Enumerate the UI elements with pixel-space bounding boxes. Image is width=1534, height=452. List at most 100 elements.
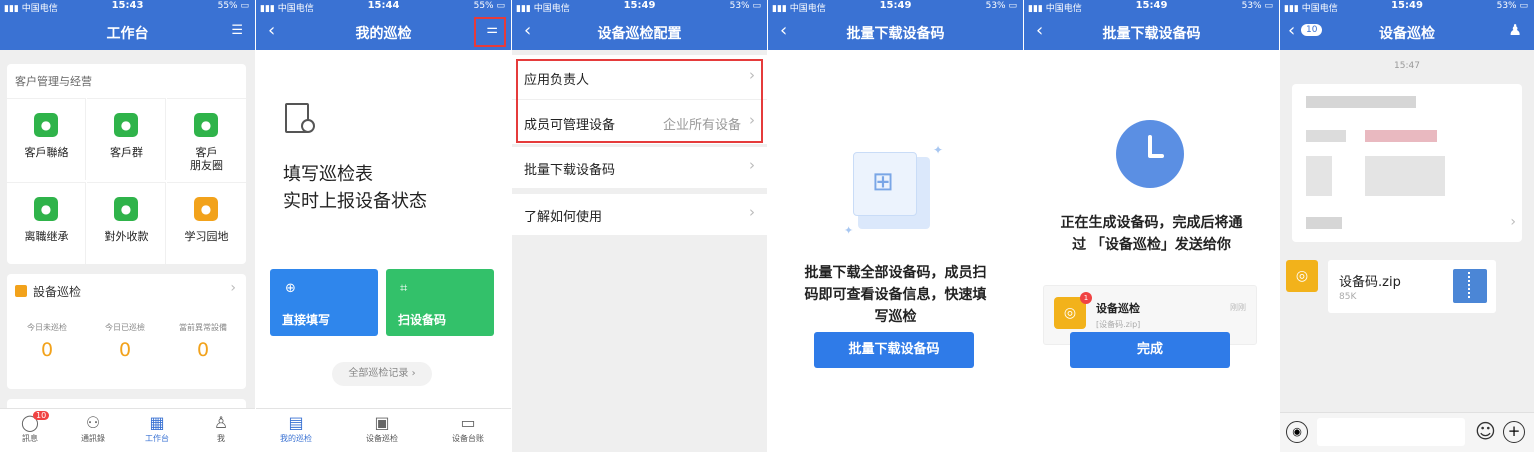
highlight-rows [516,59,763,143]
tab-label: 訊息 [22,434,38,443]
app-label: 离職继承 [24,230,69,243]
person-icon: ♙ [213,413,229,432]
qr-glyph: ⊞ [872,167,894,197]
tab-messages[interactable]: ◯ 10 訊息 [0,411,60,444]
inspect-doc-icon [285,103,315,133]
tab-my-inspection[interactable]: ▤ 我的巡检 [266,413,326,444]
battery: 55% ▭ [217,1,249,11]
app-tile[interactable]: ● 离職继承 [7,182,86,264]
grid-icon: ▦ [149,413,165,432]
chat-icon: ◯ [21,413,39,432]
page-title: 批量下载设备码 [846,26,945,42]
tab-label: 我的巡检 [280,434,312,443]
notification-file: [设备码.zip] [1096,320,1141,329]
app-tile[interactable]: ● 客戶 朋友圈 [167,98,246,180]
doc-icon: ● [34,197,58,221]
battery: 53% ▭ [1241,1,1273,11]
tab-workbench[interactable]: ▦ 工作台 [127,413,187,444]
blurred-content [1306,156,1332,196]
app-label: 学习园地 [184,230,229,243]
description-line: 批量下载全部设备码，成员扫 [804,265,987,281]
stat-label: 今日未巡检 [27,323,67,332]
blurred-content [1306,96,1416,108]
section-title: 客户管理与经营 [15,75,92,88]
notification-badge: 1 [1080,292,1092,304]
customer-section: 客户管理与经营 ● 客戶聯絡 ● 客戶群 ● 客戶 朋友圈 ● 离職继承 ● 對外收款 ● 学习园地 [7,64,246,264]
chat-bubble-icon: ● [34,113,58,137]
tab-device-ledger[interactable]: ▭ 设备台账 [438,413,498,444]
screen-my-inspection: ▮▮▮ 中国电信 15:44 55% ▭ ‹ 我的巡检 ⚌ 填写巡检表 实时上报… [256,0,511,452]
screen-generating: ▮▮▮ 中国电信 15:49 53% ▭ ‹ 批量下载设备码 正在生成设备码，完… [1024,0,1279,452]
app-tile[interactable]: ● 客戶聯絡 [7,98,86,180]
file-message[interactable]: 设备码.zip 85K [1328,260,1496,313]
inspection-icon [15,285,27,297]
batch-download-button[interactable]: 批量下载设备码 [814,332,974,368]
all-records-button[interactable]: 全部巡检记录 › [332,362,432,386]
status-message: 过 「设备巡检」发送给你 [1072,237,1231,253]
inspection-title: 設备巡检 [33,285,82,299]
navbar: 工作台 ☰ [0,14,255,50]
tabbar: ◯ 10 訊息 ⚇ 通訊錄 ▦ 工作台 ♙ 我 [0,408,255,452]
status-bar: ▮▮▮ 中国电信 15:44 55% ▭ [256,0,511,14]
fill-form-card[interactable]: ⊕ 直接填写 [270,269,378,336]
voice-icon[interactable]: ◉ [1286,421,1308,443]
app-tile[interactable]: ● 對外收款 [87,182,166,264]
status-bar: ▮▮▮ 中国电信 15:43 55% ▭ [0,0,255,14]
stat-label: 今日已巡檢 [105,323,145,332]
message-timestamp: 15:47 [1394,61,1420,71]
menu-settings-icon[interactable]: ☰ [231,23,243,38]
stat-item: 當前異常設備 0 [163,322,243,361]
notification-time: 刚刚 [1230,303,1246,312]
tab-me[interactable]: ♙ 我 [191,413,251,444]
tab-label: 通訊錄 [81,434,105,443]
blurred-content [1306,130,1346,142]
app-label: 客戶聯絡 [24,146,69,159]
tab-contacts[interactable]: ⚇ 通訊錄 [63,413,123,444]
file-name: 设备码.zip [1339,275,1401,290]
app-label: 對外收款 [104,230,149,243]
app-tile[interactable]: ● 客戶群 [87,98,166,180]
page-title: 批量下载设备码 [1102,26,1201,42]
stat-value: 0 [40,339,54,361]
done-button[interactable]: 完成 [1070,332,1230,368]
settings-row[interactable]: 批量下载设备码 › [512,147,767,188]
tab-label: 设备台账 [452,434,484,443]
blurred-content [1365,130,1437,142]
navbar: ‹ 批量下载设备码 [768,14,1023,50]
navbar: ‹ 10 设备巡检 ♟ [1280,14,1534,50]
page-title: 我的巡检 [355,26,412,42]
navbar: ‹ 我的巡检 ⚌ [256,14,511,50]
settings-row[interactable]: 了解如何使用 › [512,194,767,235]
stat-item: 今日未巡检 0 [7,322,87,361]
scan-code-card[interactable]: ⌗ 扫设备码 [386,269,494,336]
navbar: ‹ 设备巡检配置 [512,14,767,50]
emoji-icon[interactable]: ☺ [1475,419,1496,443]
message-input[interactable] [1317,418,1465,446]
status-bar: ▮▮▮ 中国电信 15:49 53% ▭ [768,0,1023,14]
status-bar: ▮▮▮ 中国电信 15:49 53% ▭ [1280,0,1534,14]
clipboard-icon: ▤ [288,413,304,432]
app-label: 客戶群 [110,146,143,159]
inspection-card[interactable]: 設备巡检 › 今日未巡检 0 今日已巡檢 0 當前異常設備 0 [7,274,246,389]
moments-icon: ● [194,113,218,137]
plus-circle-icon: ⊕ [285,281,296,296]
battery: 55% ▭ [473,1,505,11]
stat-value: 0 [196,339,210,361]
qr-card-illustration: ⊞ [853,152,930,229]
chevron-right-icon: › [1510,214,1516,230]
stat-value: 0 [118,339,132,361]
tab-device-inspection[interactable]: ▣ 设备巡检 [352,413,412,444]
battery: 53% ▭ [729,1,761,11]
unread-badge: 10 [33,411,50,420]
chevron-right-icon: › [230,280,236,296]
person-icon[interactable]: ♟ [1509,21,1522,39]
app-label: 客戶 朋友圈 [190,146,223,172]
org-chart-icon: ⚇ [85,413,101,432]
screen-config: ▮▮▮ 中国电信 15:49 53% ▭ ‹ 设备巡检配置 应用负责人 › 成员… [512,0,767,452]
plus-icon[interactable]: + [1503,421,1525,443]
app-tile[interactable]: ● 学习园地 [167,182,246,264]
sparkle-icon: ✦ [933,143,944,157]
tab-label: 工作台 [145,434,169,443]
file-size: 85K [1339,292,1357,302]
planet-icon: ● [194,197,218,221]
